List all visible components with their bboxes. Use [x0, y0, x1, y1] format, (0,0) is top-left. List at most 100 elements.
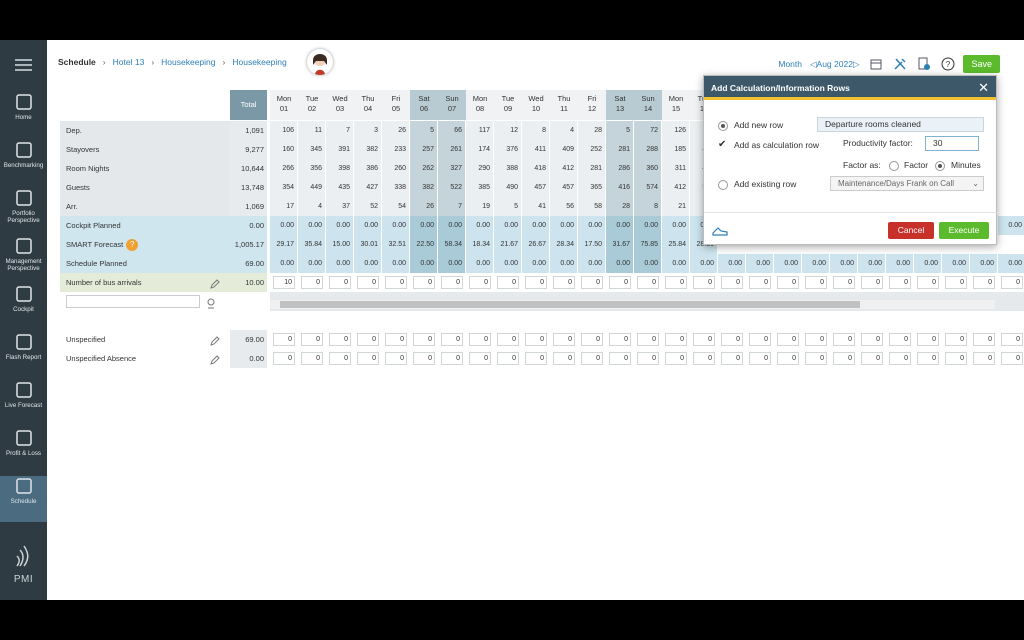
cell-input[interactable]: 0 — [721, 333, 743, 346]
cell-input[interactable]: 0 — [805, 276, 827, 289]
minutes-radio[interactable] — [935, 161, 945, 171]
help-icon[interactable]: ? — [939, 56, 957, 72]
cell-input[interactable]: 0 — [861, 333, 883, 346]
cell-input[interactable]: 0 — [917, 333, 939, 346]
settings-doc-icon[interactable] — [915, 56, 933, 72]
add-existing-row-radio[interactable] — [718, 180, 728, 190]
cell-input[interactable]: 0 — [357, 276, 379, 289]
save-button[interactable]: Save — [963, 55, 1000, 73]
cell-input[interactable]: 0 — [861, 352, 883, 365]
cell-input[interactable]: 0 — [301, 352, 323, 365]
cell-input[interactable]: 0 — [973, 352, 995, 365]
cell-input[interactable]: 0 — [581, 276, 603, 289]
cell-input[interactable]: 0 — [637, 352, 659, 365]
cell-input[interactable]: 0 — [469, 276, 491, 289]
cell-input[interactable]: 0 — [441, 276, 463, 289]
horizontal-scrollbar[interactable] — [270, 300, 995, 309]
cell-input[interactable]: 0 — [889, 333, 911, 346]
calc-row-checkbox[interactable]: ✔ — [718, 140, 728, 150]
cell-input[interactable]: 0 — [777, 276, 799, 289]
help-icon[interactable]: ? — [126, 239, 139, 252]
cell-input[interactable]: 0 — [497, 352, 519, 365]
sidebar-item-1[interactable]: Benchmarking — [0, 140, 47, 186]
cell-input[interactable]: 0 — [469, 352, 491, 365]
cell-input[interactable]: 0 — [1001, 276, 1023, 289]
cell-input[interactable]: 0 — [301, 333, 323, 346]
cell-input[interactable]: 0 — [413, 352, 435, 365]
pencil-icon[interactable] — [210, 353, 220, 365]
sidebar-item-3[interactable]: Management Perspective — [0, 236, 47, 282]
cell-input[interactable]: 0 — [833, 352, 855, 365]
factor-radio[interactable] — [889, 161, 899, 171]
cell-input[interactable]: 0 — [441, 333, 463, 346]
cell-input[interactable]: 0 — [861, 276, 883, 289]
cell-input[interactable]: 0 — [805, 333, 827, 346]
avatar[interactable] — [307, 49, 333, 75]
menu-icon[interactable] — [15, 59, 32, 71]
execute-button[interactable]: Execute — [939, 222, 989, 239]
cell-input[interactable]: 0 — [693, 333, 715, 346]
sidebar-item-6[interactable]: Live Forecast — [0, 380, 47, 426]
cell-input[interactable]: 0 — [749, 333, 771, 346]
cell-input[interactable]: 0 — [833, 333, 855, 346]
cell-input[interactable]: 0 — [693, 276, 715, 289]
cell-input[interactable]: 0 — [553, 352, 575, 365]
cell-input[interactable]: 0 — [525, 276, 547, 289]
cell-input[interactable]: 0 — [581, 352, 603, 365]
breadcrumb-hotel[interactable]: Hotel 13 — [113, 57, 145, 67]
cell-input[interactable]: 0 — [385, 333, 407, 346]
cell-input[interactable]: 0 — [497, 333, 519, 346]
cell-input[interactable]: 0 — [329, 352, 351, 365]
cell-input[interactable]: 0 — [273, 333, 295, 346]
cell-input[interactable]: 0 — [693, 352, 715, 365]
cell-input[interactable]: 0 — [945, 352, 967, 365]
cell-input[interactable]: 0 — [329, 333, 351, 346]
cell-input[interactable]: 0 — [1001, 352, 1023, 365]
sidebar-item-4[interactable]: Cockpit — [0, 284, 47, 330]
cell-input[interactable]: 0 — [889, 352, 911, 365]
new-row-name-input[interactable]: Departure rooms cleaned — [817, 117, 984, 132]
cell-input[interactable]: 0 — [945, 276, 967, 289]
cell-input[interactable]: 0 — [637, 333, 659, 346]
cell-input[interactable]: 0 — [749, 352, 771, 365]
cell-input[interactable]: 0 — [721, 352, 743, 365]
month-view-toggle[interactable]: Month — [778, 59, 802, 69]
cell-input[interactable]: 0 — [833, 276, 855, 289]
cell-input[interactable]: 0 — [413, 276, 435, 289]
cell-input[interactable]: 0 — [889, 276, 911, 289]
date-navigator[interactable]: ◁Aug 2022▷ — [810, 59, 860, 70]
cell-input[interactable]: 0 — [805, 352, 827, 365]
cell-input[interactable]: 0 — [609, 352, 631, 365]
breadcrumb-department[interactable]: Housekeeping — [161, 57, 215, 67]
cell-input[interactable]: 0 — [749, 276, 771, 289]
add-new-row-radio[interactable] — [718, 121, 728, 131]
cell-input[interactable]: 0 — [329, 276, 351, 289]
filter-input[interactable] — [66, 295, 200, 308]
cell-input[interactable]: 0 — [637, 276, 659, 289]
cell-input[interactable]: 0 — [777, 352, 799, 365]
breadcrumb-root[interactable]: Schedule — [58, 57, 96, 67]
cell-input[interactable]: 0 — [1001, 333, 1023, 346]
close-icon[interactable]: ✕ — [978, 80, 989, 96]
cell-input[interactable]: 0 — [469, 333, 491, 346]
pencil-icon[interactable] — [210, 334, 220, 346]
cell-input[interactable]: 0 — [497, 276, 519, 289]
cell-input[interactable]: 0 — [721, 276, 743, 289]
sidebar-item-2[interactable]: Portfolio Perspective — [0, 188, 47, 234]
cell-input[interactable]: 0 — [553, 333, 575, 346]
cell-input[interactable]: 0 — [917, 276, 939, 289]
sidebar-item-0[interactable]: Home — [0, 92, 47, 138]
cell-input[interactable]: 0 — [357, 352, 379, 365]
tools-icon[interactable] — [891, 56, 909, 72]
cell-input[interactable]: 0 — [301, 276, 323, 289]
cell-input[interactable]: 10 — [273, 276, 295, 289]
productivity-input[interactable]: 30 — [925, 136, 979, 151]
calendar-icon[interactable] — [867, 56, 885, 72]
cell-input[interactable]: 0 — [385, 276, 407, 289]
breadcrumb-section[interactable]: Housekeeping — [232, 57, 286, 67]
cell-input[interactable]: 0 — [665, 333, 687, 346]
cell-input[interactable]: 0 — [581, 333, 603, 346]
cell-input[interactable]: 0 — [609, 333, 631, 346]
cell-input[interactable]: 0 — [917, 352, 939, 365]
cell-input[interactable]: 0 — [665, 352, 687, 365]
